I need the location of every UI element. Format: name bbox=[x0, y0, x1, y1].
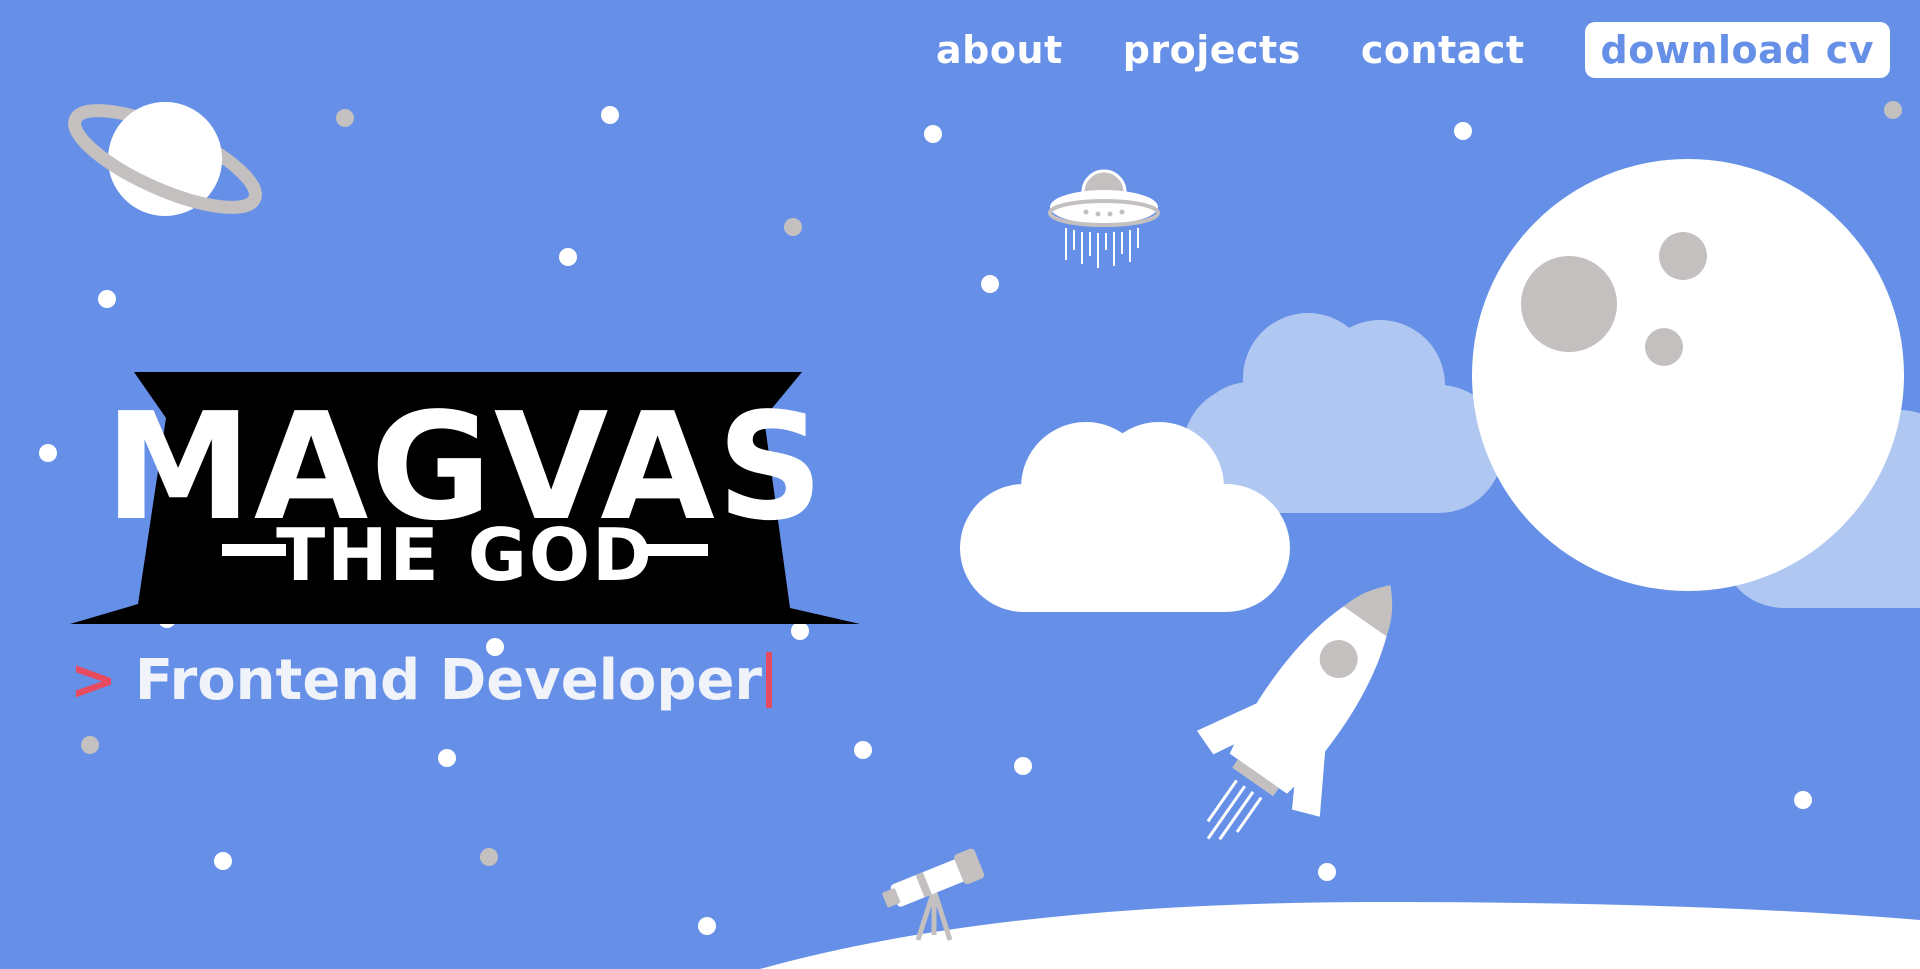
logo-line2: THE GOD bbox=[276, 513, 654, 597]
download-cv-button[interactable]: download cv bbox=[1584, 22, 1890, 78]
site-logo: MAGVAS THE GOD bbox=[70, 372, 860, 624]
main-nav: about projects contact download cv bbox=[876, 22, 1890, 78]
typing-cursor bbox=[766, 652, 773, 708]
nav-projects-link[interactable]: projects bbox=[1123, 22, 1301, 78]
telescope-icon bbox=[882, 848, 985, 941]
nav-about-link[interactable]: about bbox=[936, 22, 1063, 78]
role-tagline: > Frontend Developer bbox=[70, 644, 773, 716]
ufo-icon bbox=[1048, 169, 1160, 268]
planet-icon bbox=[68, 102, 262, 216]
moon-icon bbox=[1472, 159, 1904, 591]
role-text: Frontend Developer bbox=[134, 647, 763, 713]
prompt-chevron: > bbox=[70, 647, 117, 713]
nav-contact-link[interactable]: contact bbox=[1361, 22, 1525, 78]
